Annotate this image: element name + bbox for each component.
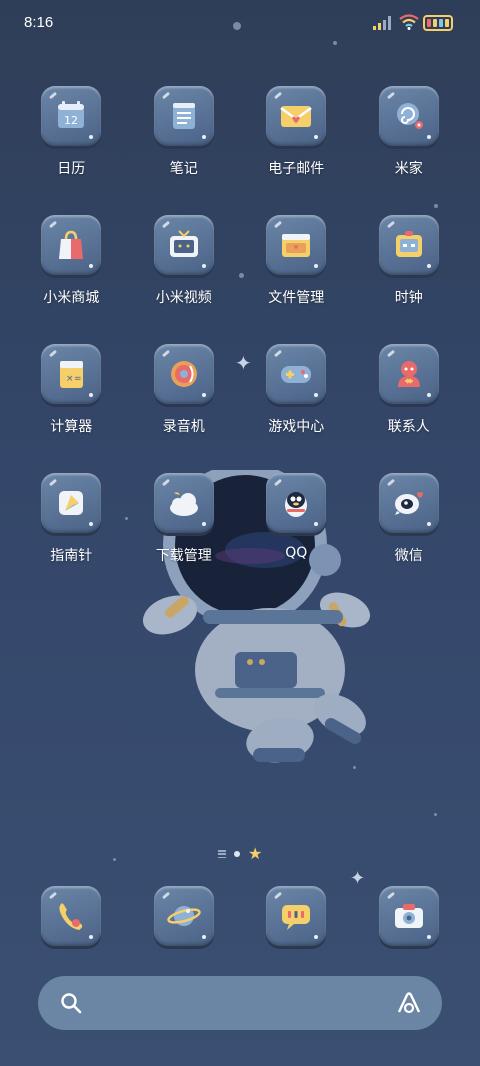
app-label: 指南针	[50, 548, 93, 564]
app-mi-video[interactable]: 小米视频	[128, 215, 241, 344]
clock-icon	[378, 215, 439, 275]
app-file-manager[interactable]: 文件管理	[240, 215, 353, 344]
contacts-icon	[378, 344, 439, 404]
app-label: 联系人	[387, 419, 430, 435]
battery-icon	[423, 15, 453, 31]
folder-icon	[266, 215, 327, 275]
star-decoration	[113, 858, 116, 861]
download-cloud-icon	[153, 473, 214, 533]
svg-text:×: ×	[66, 374, 74, 384]
dock-camera[interactable]	[353, 886, 466, 948]
app-label: 文件管理	[268, 290, 325, 306]
search-icon	[61, 993, 82, 1014]
app-label: 时钟	[394, 290, 423, 306]
status-time: 8:16	[24, 14, 54, 31]
compass-icon	[41, 473, 102, 533]
svg-text:=: =	[74, 374, 82, 384]
app-label: 电子邮件	[268, 161, 325, 177]
star-decoration	[434, 813, 437, 816]
app-recorder[interactable]: 录音机	[128, 344, 241, 473]
app-clock[interactable]: 时钟	[353, 215, 466, 344]
dock-messages[interactable]	[240, 886, 353, 948]
app-label: 小米商城	[43, 290, 100, 306]
app-row: × = 计算器 录音机 游戏中心 联系人	[15, 344, 465, 473]
qq-penguin-icon	[266, 473, 327, 533]
mihome-icon	[378, 86, 439, 146]
app-qq[interactable]: QQ	[240, 473, 353, 602]
app-label: 下载管理	[155, 548, 212, 564]
dock-phone[interactable]	[15, 886, 128, 948]
wechat-icon	[378, 473, 439, 533]
page-indicator[interactable]: ★	[218, 846, 262, 862]
shopping-bag-icon	[41, 215, 102, 275]
app-row: 小米商城 小米视频 文件管理 时钟	[15, 215, 465, 344]
app-label: 计算器	[50, 419, 93, 435]
app-notes[interactable]: 笔记	[128, 86, 241, 215]
mail-icon	[266, 86, 327, 146]
app-mi-store[interactable]: 小米商城	[15, 215, 128, 344]
wifi-icon	[399, 14, 419, 30]
app-compass[interactable]: 指南针	[15, 473, 128, 602]
app-calendar[interactable]: 12 日历	[15, 86, 128, 215]
app-row: 指南针 下载管理 QQ 微信	[15, 473, 465, 602]
app-downloads[interactable]: 下载管理	[128, 473, 241, 602]
planet-icon	[153, 886, 214, 946]
app-email[interactable]: 电子邮件	[240, 86, 353, 215]
app-contacts[interactable]: 联系人	[353, 344, 466, 473]
app-label: QQ	[285, 545, 308, 561]
recorder-icon	[153, 344, 214, 404]
calculator-icon: × =	[41, 344, 102, 404]
message-icon	[266, 886, 327, 946]
app-label: 米家	[394, 161, 423, 177]
notes-icon	[153, 86, 214, 146]
calendar-badge: 12	[64, 114, 78, 127]
phone-icon	[41, 886, 102, 946]
app-game-center[interactable]: 游戏中心	[240, 344, 353, 473]
page-dot	[234, 851, 240, 857]
dock-browser[interactable]	[128, 886, 241, 948]
search-bar[interactable]	[38, 976, 442, 1030]
app-mihome[interactable]: 米家	[353, 86, 466, 215]
current-page-star-icon: ★	[248, 844, 263, 863]
app-row: 12 日历 笔记 电子邮件 米家	[15, 86, 465, 215]
app-label: 录音机	[162, 419, 205, 435]
app-grid: 12 日历 笔记 电子邮件 米家 小米商城 小米视频 文件管理 时钟 × = 计…	[15, 86, 465, 602]
gamepad-icon	[266, 344, 327, 404]
app-label: 游戏中心	[268, 419, 325, 435]
status-bar: 8:16	[0, 0, 480, 46]
app-wechat[interactable]: 微信	[353, 473, 466, 602]
app-label: 小米视频	[155, 290, 212, 306]
ai-lens-icon[interactable]	[396, 991, 422, 1015]
calendar-icon: 12	[41, 86, 102, 146]
app-label: 笔记	[169, 161, 198, 177]
tv-icon	[153, 215, 214, 275]
dock	[15, 886, 465, 948]
signal-bars-icon	[373, 16, 391, 30]
camera-icon	[378, 886, 439, 946]
page-list-icon	[218, 850, 226, 858]
app-label: 日历	[57, 161, 86, 177]
app-calculator[interactable]: × = 计算器	[15, 344, 128, 473]
app-label: 微信	[394, 548, 423, 564]
